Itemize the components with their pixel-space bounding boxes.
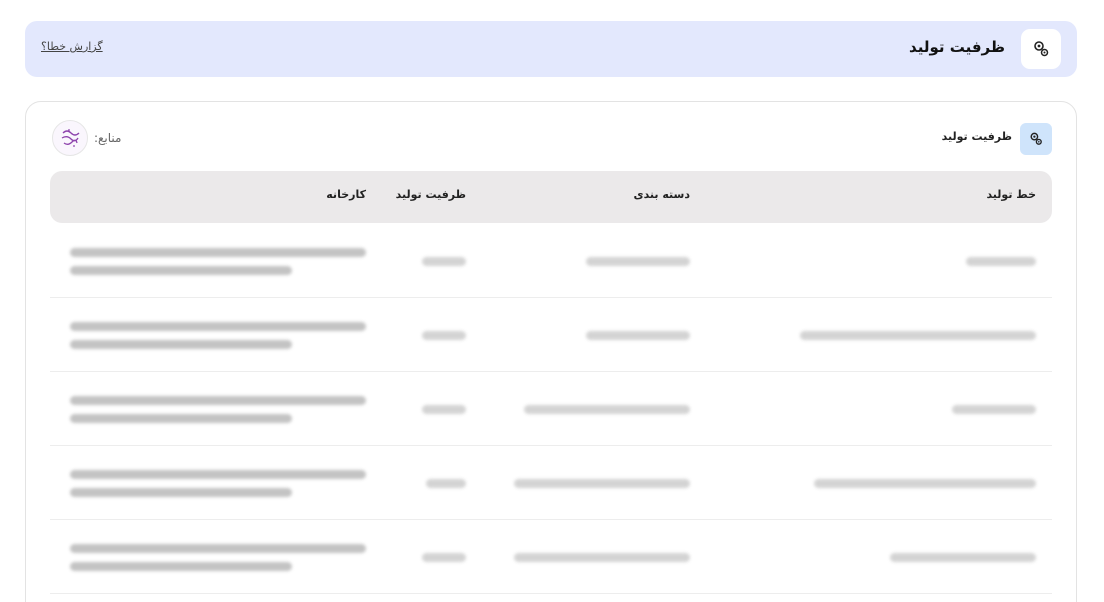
page-title: ظرفیت تولید bbox=[909, 38, 1005, 56]
cell-capacity bbox=[422, 372, 466, 446]
cell-production-line bbox=[966, 224, 1036, 298]
cell-factory bbox=[70, 224, 366, 298]
page-header: ظرفیت تولید گزارش خطا؟ bbox=[25, 21, 1077, 77]
sources: منابع: bbox=[52, 120, 121, 156]
cell-production-line bbox=[814, 446, 1036, 520]
cell-category bbox=[524, 372, 690, 446]
cell-production-line bbox=[952, 372, 1036, 446]
cell-factory bbox=[70, 298, 366, 372]
sources-label: منابع: bbox=[94, 131, 122, 145]
cell-category bbox=[514, 446, 690, 520]
column-capacity: ظرفیت تولید bbox=[395, 188, 466, 201]
gears-icon bbox=[1034, 41, 1049, 57]
cell-factory bbox=[70, 372, 366, 446]
cell-production-line bbox=[890, 520, 1036, 594]
card-icon-box bbox=[1020, 123, 1052, 155]
cell-production-line bbox=[800, 298, 1036, 372]
table-row bbox=[50, 224, 1052, 298]
column-category: دسته بندی bbox=[633, 188, 690, 201]
report-error-link[interactable]: گزارش خطا؟ bbox=[41, 40, 103, 53]
table-row bbox=[50, 372, 1052, 446]
gears-icon bbox=[1030, 132, 1042, 145]
table-row bbox=[50, 520, 1052, 594]
cell-capacity bbox=[422, 520, 466, 594]
cell-category bbox=[514, 520, 690, 594]
capacity-card: ظرفیت تولید منابع: خط تولید دسته بندی ظر… bbox=[25, 101, 1077, 602]
cell-category bbox=[586, 224, 690, 298]
calligraphy-logo-icon bbox=[61, 129, 80, 147]
header-icon-box bbox=[1021, 29, 1061, 69]
source-logo[interactable] bbox=[52, 120, 88, 156]
cell-capacity bbox=[426, 446, 466, 520]
column-factory: کارخانه bbox=[326, 188, 366, 201]
table-row bbox=[50, 298, 1052, 372]
cell-capacity bbox=[422, 298, 466, 372]
cell-factory bbox=[70, 520, 366, 594]
cell-capacity bbox=[422, 224, 466, 298]
column-production-line: خط تولید bbox=[986, 188, 1036, 201]
card-title: ظرفیت تولید bbox=[941, 130, 1012, 143]
cell-factory bbox=[70, 446, 366, 520]
table-row bbox=[50, 446, 1052, 520]
cell-category bbox=[586, 298, 690, 372]
table-header: خط تولید دسته بندی ظرفیت تولید کارخانه bbox=[50, 171, 1052, 223]
